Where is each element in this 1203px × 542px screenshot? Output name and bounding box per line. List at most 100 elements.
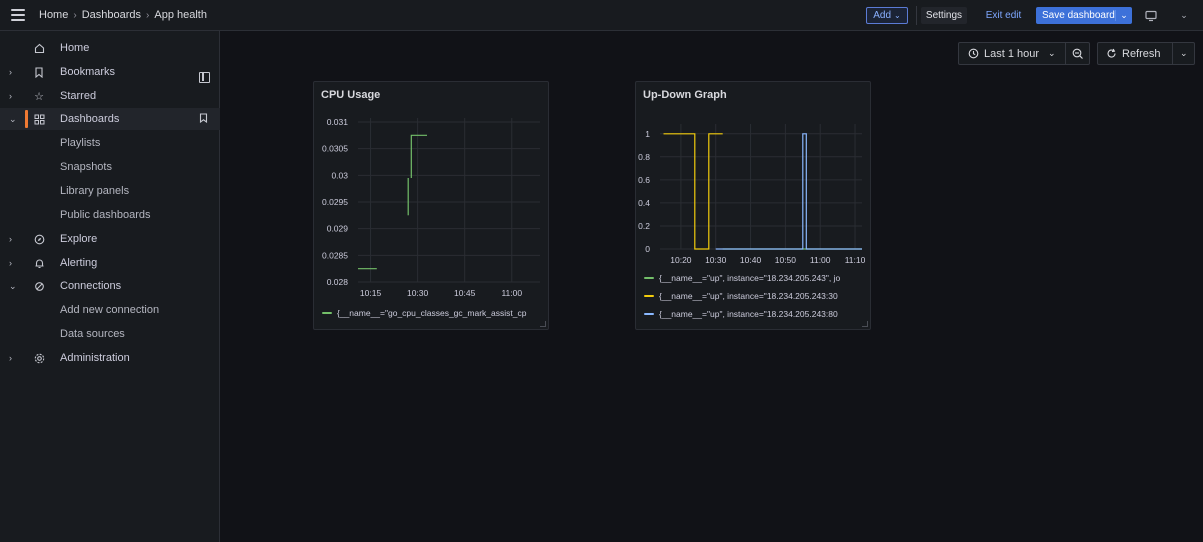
bookmark-icon (32, 65, 46, 79)
top-bar: Home › Dashboards › App health Add ⌄ Sett… (0, 0, 1203, 31)
settings-button[interactable]: Settings (921, 7, 967, 24)
sidebar-item-dashboards[interactable]: ⌄ Dashboards (0, 108, 220, 130)
chevron-right-icon[interactable]: › (9, 258, 12, 268)
sidebar-item-administration[interactable]: › Administration (0, 347, 220, 369)
cpu-usage-panel[interactable]: CPU Usage 0.028 0.0285 0.029 0.0295 0.03 0.03… (313, 81, 549, 330)
sidebar-item-alerting[interactable]: › Alerting (0, 252, 220, 274)
resize-handle[interactable] (862, 321, 868, 327)
y-tick-label: 0.4 (638, 198, 650, 208)
sidebar-item-bookmarks[interactable]: › Bookmarks (0, 61, 220, 83)
sidebar-item-label: Bookmarks (60, 66, 116, 78)
link-icon (32, 279, 46, 293)
sidebar-item-home[interactable]: Home (0, 37, 220, 59)
home-icon (32, 41, 46, 55)
legend-swatch (644, 313, 654, 315)
bell-icon (32, 256, 46, 270)
sidebar-item-starred[interactable]: › ☆ Starred (0, 85, 220, 107)
x-tick-label: 10:30 (407, 288, 429, 298)
up-down-graph-panel[interactable]: Up-Down Graph 0 0.2 0.4 0.6 0.8 1 10:20 10:30 10… (635, 81, 871, 330)
active-indicator (25, 110, 28, 128)
menu-icon[interactable] (10, 8, 26, 22)
grafana-app: Home › Dashboards › App health Add ⌄ Sett… (0, 0, 1203, 542)
apps-icon (32, 112, 46, 126)
sidebar-item-label: Administration (60, 352, 130, 364)
breadcrumb-separator: › (146, 9, 150, 21)
chevron-down-icon[interactable]: ⌄ (1172, 43, 1194, 64)
save-dashboard-button[interactable]: Save dashboard ⌄ (1036, 7, 1132, 24)
sidebar-item-label: Library panels (60, 185, 130, 197)
sidebar-item-connections[interactable]: ⌄ Connections (0, 275, 220, 297)
legend-item[interactable]: {__name__="go_cpu_classes_gc_mark_assist… (322, 306, 544, 320)
chevron-right-icon[interactable]: › (9, 353, 12, 363)
resize-handle[interactable] (540, 321, 546, 327)
breadcrumb-home[interactable]: Home (39, 9, 68, 21)
chevron-right-icon[interactable]: › (9, 234, 12, 244)
y-tick-label: 0.0305 (322, 144, 348, 154)
zoom-out-icon (1072, 48, 1083, 59)
legend-swatch (644, 277, 654, 279)
x-tick-label: 10:50 (775, 255, 797, 265)
y-tick-label: 0 (645, 244, 650, 254)
legend-label: {__name__="up", instance="18.234.205.243… (659, 273, 841, 283)
x-tick-label: 10:45 (454, 288, 476, 298)
y-tick-label: 1 (645, 129, 650, 139)
chevron-down-icon[interactable]: ⌄ (9, 281, 17, 292)
compass-icon (32, 232, 46, 246)
add-button-label: Add (873, 10, 892, 21)
toolbar-divider (916, 6, 917, 25)
chevron-right-icon[interactable]: › (9, 91, 12, 101)
sidebar-item-label: Public dashboards (60, 209, 151, 221)
legend-swatch (644, 295, 654, 297)
add-button[interactable]: Add ⌄ (866, 7, 908, 24)
star-icon: ☆ (34, 90, 44, 103)
chevron-right-icon[interactable]: › (9, 67, 12, 77)
y-tick-label: 0.0285 (322, 250, 348, 260)
refresh-button[interactable]: Refresh (1098, 48, 1172, 60)
y-tick-label: 0.2 (638, 221, 650, 231)
breadcrumb: Home › Dashboards › App health (39, 9, 207, 21)
sidebar-item-label: Home (60, 42, 90, 54)
legend-item[interactable]: {__name__="up", instance="18.234.205.243… (644, 289, 866, 303)
chevron-down-icon: ⌄ (894, 11, 901, 20)
chevron-down-icon[interactable]: ⌄ (9, 114, 17, 125)
y-tick-label: 0.0295 (322, 197, 348, 207)
y-tick-label: 0.029 (327, 224, 349, 234)
exit-edit-button[interactable]: Exit edit (976, 7, 1031, 24)
x-tick-label: 11:10 (845, 255, 866, 265)
sidebar-item-snapshots[interactable]: Snapshots (0, 156, 220, 178)
sidebar-item-label: Data sources (60, 328, 125, 340)
chevron-down-icon[interactable]: ⌄ (1115, 10, 1132, 21)
series-line-2 (715, 133, 862, 250)
legend-label: {__name__="up", instance="18.234.205.243… (659, 309, 838, 319)
sidebar-item-public-dashboards[interactable]: Public dashboards (0, 204, 220, 226)
sidebar-item-explore[interactable]: › Explore (0, 228, 220, 250)
sidebar-item-add-new-connection[interactable]: Add new connection (0, 299, 220, 321)
sidebar-item-label: Add new connection (60, 304, 160, 316)
legend-label: {__name__="up", instance="18.234.205.243… (659, 291, 838, 301)
sidebar-item-data-sources[interactable]: Data sources (0, 323, 220, 345)
sidebar-item-label: Explore (60, 233, 98, 245)
kiosk-icon[interactable] (1143, 7, 1159, 24)
zoom-out-button[interactable] (1065, 43, 1089, 64)
time-range-label: Last 1 hour (984, 47, 1040, 60)
series-line-1 (663, 133, 723, 250)
chevron-down-icon: ⌄ (1048, 48, 1056, 58)
sidebar-item-library-panels[interactable]: Library panels (0, 180, 220, 202)
refresh-picker[interactable]: Refresh ⌄ (1097, 42, 1195, 65)
time-range-button[interactable]: Last 1 hour ⌄ (959, 48, 1065, 60)
sidebar-item-playlists[interactable]: Playlists (0, 132, 220, 154)
legend-item[interactable]: {__name__="up", instance="18.234.205.243… (644, 271, 866, 285)
y-tick-label: 0.8 (638, 152, 650, 162)
legend-item[interactable]: {__name__="up", instance="18.234.205.243… (644, 307, 866, 321)
sidebar: Home › Bookmarks › ☆ Starred ⌄ Dashboard… (0, 31, 220, 542)
legend-label: {__name__="go_cpu_classes_gc_mark_assist… (337, 308, 527, 318)
y-tick-label: 0.028 (327, 277, 349, 287)
bookmark-icon[interactable] (199, 112, 208, 126)
chevron-down-icon[interactable]: ⌄ (1176, 7, 1192, 24)
sidebar-item-label: Snapshots (60, 161, 112, 173)
series-line-0 (410, 134, 427, 178)
refresh-icon (1107, 48, 1116, 58)
cpu-usage-chart: 0.028 0.0285 0.029 0.0295 0.03 0.0305 0.031 10:… (322, 117, 540, 298)
breadcrumb-dashboards[interactable]: Dashboards (82, 9, 141, 21)
time-range-picker[interactable]: Last 1 hour ⌄ (958, 42, 1090, 65)
